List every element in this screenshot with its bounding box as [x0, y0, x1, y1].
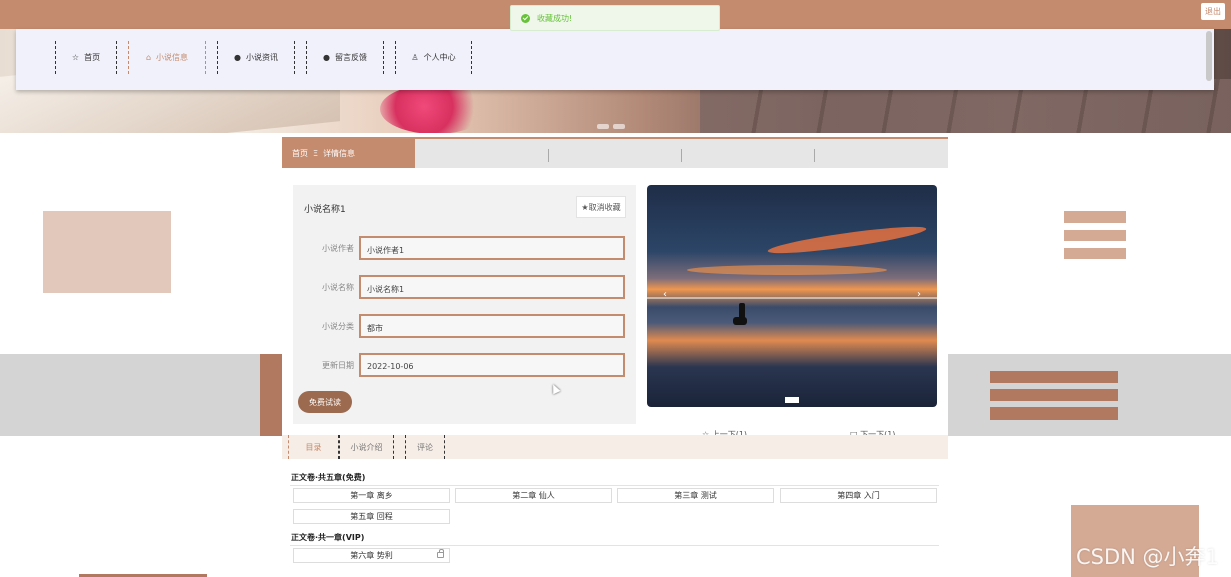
decor-block	[260, 354, 282, 436]
check-circle-icon	[521, 13, 530, 23]
field-author: 小说作者 小说作者1	[293, 236, 636, 260]
nav-item-home[interactable]: ☆ 首页	[55, 41, 117, 74]
decor-bar	[990, 389, 1118, 401]
field-update-date: 更新日期 2022-10-06	[293, 353, 636, 377]
question-icon: ●	[323, 53, 330, 62]
tab-catalog[interactable]: 目录	[288, 435, 339, 459]
chapter-item[interactable]: 第二章 仙人	[455, 488, 612, 503]
sunset-cloud	[687, 265, 887, 275]
nav-item-label: 个人中心	[423, 53, 456, 62]
nav-item-label: 小说信息	[156, 53, 189, 62]
chapter-item-vip[interactable]: 第六章 势利	[293, 548, 450, 563]
chapter-item[interactable]: 第一章 离乡	[293, 488, 450, 503]
success-toast: 收藏成功!	[510, 5, 720, 31]
nav-item-label: 留言反馈	[334, 53, 367, 62]
decor-bar	[1064, 248, 1126, 259]
carousel-indicator[interactable]	[785, 397, 799, 403]
chapter-item[interactable]: 第五章 回程	[293, 509, 450, 524]
decor-block	[43, 211, 171, 293]
lock-icon	[437, 549, 444, 558]
tab-introduction[interactable]: 小说介绍	[339, 435, 394, 459]
nav-item-feedback[interactable]: ● 留言反馈	[306, 41, 384, 74]
detail-tabs: 目录 小说介绍 评论	[282, 435, 948, 459]
nav-item-novel-news[interactable]: ● 小说资讯	[217, 41, 295, 74]
divider	[814, 149, 815, 162]
person-silhouette	[733, 317, 747, 325]
logout-button[interactable]: 退出	[1201, 3, 1225, 20]
user-icon: ♙	[411, 53, 419, 62]
breadcrumb-separator: Ξ	[313, 149, 319, 158]
divider	[290, 485, 939, 486]
horizon-line	[647, 297, 937, 299]
field-label: 小说作者	[322, 244, 354, 253]
field-label: 更新日期	[322, 361, 354, 370]
novel-title: 小说名称1	[304, 205, 346, 215]
flower-image	[380, 84, 490, 133]
star-icon: ☆	[71, 53, 80, 62]
toast-message: 收藏成功!	[537, 13, 573, 23]
sunset-cloud	[766, 221, 928, 259]
chevron-right-icon[interactable]: ›	[917, 289, 921, 300]
free-trial-button[interactable]: 免费试读	[298, 391, 352, 413]
author-field[interactable]: 小说作者1	[359, 236, 625, 260]
breadcrumb-current: 详情信息	[323, 149, 356, 158]
divider	[290, 545, 939, 546]
info-icon: ●	[234, 53, 241, 62]
field-label: 小说分类	[322, 322, 354, 331]
breadcrumb-home[interactable]: 首页	[292, 148, 308, 159]
breadcrumb: 首页 Ξ 详情信息	[282, 139, 415, 168]
divider	[548, 149, 549, 162]
breadcrumb-bar: 首页 Ξ 详情信息	[282, 137, 948, 168]
chapter-label: 第六章 势利	[350, 551, 393, 560]
nav-item-novel-info[interactable]: ⌂ 小说信息	[128, 41, 206, 74]
decor-bar	[1064, 230, 1126, 241]
banner-indicators[interactable]	[597, 124, 625, 129]
novel-info-panel: 小说名称1 ★取消收藏 小说作者 小说作者1 小说名称 小说名称1 小说分类 都…	[293, 185, 636, 424]
volume-title: 正文卷·共一章(VIP)	[291, 533, 365, 542]
field-label: 小说名称	[322, 283, 354, 292]
home-icon: ⌂	[145, 53, 152, 62]
decor-bar	[990, 371, 1118, 383]
name-field[interactable]: 小说名称1	[359, 275, 625, 299]
scrollbar[interactable]	[1206, 31, 1212, 81]
image-carousel[interactable]: ‹ ›	[647, 185, 937, 407]
field-category: 小说分类 都市	[293, 314, 636, 338]
field-name: 小说名称 小说名称1	[293, 275, 636, 299]
chapter-item[interactable]: 第三章 测试	[617, 488, 774, 503]
chapter-item[interactable]: 第四章 入门	[780, 488, 937, 503]
chevron-left-icon[interactable]: ‹	[663, 289, 667, 300]
nav-item-label: 首页	[84, 53, 101, 62]
nav-item-user-center[interactable]: ♙ 个人中心	[395, 41, 472, 74]
volume-title: 正文卷·共五章(免费)	[291, 473, 366, 482]
tab-comments[interactable]: 评论	[405, 435, 445, 459]
divider	[681, 149, 682, 162]
category-field[interactable]: 都市	[359, 314, 625, 338]
decor-bar	[990, 407, 1118, 420]
main-content: 首页 Ξ 详情信息 小说名称1 ★取消收藏 小说作者 小说作者1 小说名称 小说…	[282, 137, 948, 577]
update-date-field[interactable]: 2022-10-06	[359, 353, 625, 377]
watermark: CSDN @小奔1	[1076, 545, 1219, 569]
decor-bar	[1064, 211, 1126, 223]
main-nav: ☆ 首页 ⌂ 小说信息 ● 小说资讯 ● 留言反馈 ♙ 个人中心	[16, 29, 1214, 90]
nav-item-label: 小说资讯	[245, 53, 278, 62]
unfavorite-button[interactable]: ★取消收藏	[576, 196, 626, 218]
